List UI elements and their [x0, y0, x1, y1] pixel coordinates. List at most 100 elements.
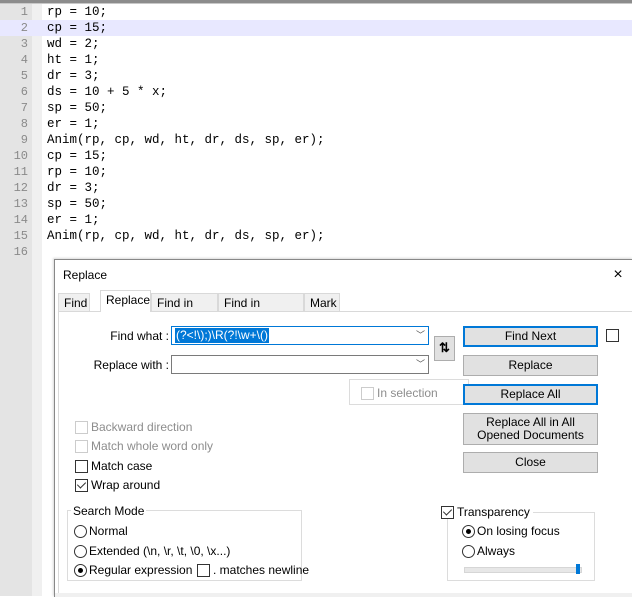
- code-line[interactable]: 15 Anim(rp, cp, wd, ht, dr, ds, sp, er);: [0, 228, 632, 244]
- code-line[interactable]: 9 Anim(rp, cp, wd, ht, dr, ds, sp, er);: [0, 132, 632, 148]
- code-line[interactable]: 13 sp = 50;: [0, 196, 632, 212]
- code-text: dr = 3;: [47, 69, 100, 83]
- code-text: cp = 15;: [47, 149, 108, 163]
- replace-with-input[interactable]: ﹀: [171, 355, 429, 374]
- line-number: 10: [13, 149, 28, 163]
- replace-all-button[interactable]: Replace All: [463, 384, 598, 405]
- code-line[interactable]: 7 sp = 50;: [0, 100, 632, 116]
- always-label: Always: [477, 544, 516, 558]
- close-button[interactable]: Close: [463, 452, 598, 473]
- transparency-checkbox[interactable]: Transparency: [441, 505, 533, 519]
- check-icon: [441, 505, 454, 519]
- on-losing-focus-label: On losing focus: [477, 524, 560, 538]
- checkbox-box: [75, 439, 88, 453]
- tab-find[interactable]: Find: [58, 293, 90, 311]
- wrap-around-checkbox[interactable]: Wrap around: [75, 478, 160, 492]
- find-what-value: (?<!\);)\R(?!\w+\(): [175, 328, 270, 343]
- code-line[interactable]: 2 cp = 15;: [0, 20, 632, 36]
- normal-label: Normal: [89, 524, 128, 538]
- code-text: rp = 10;: [47, 5, 108, 19]
- code-text: dr = 3;: [47, 181, 100, 195]
- replace-all-opened-button[interactable]: Replace All in All Opened Documents: [463, 413, 598, 445]
- line-number: 5: [20, 69, 28, 83]
- tab-replace[interactable]: Replace: [100, 290, 151, 312]
- find-what-label: Find what :: [110, 329, 169, 343]
- line-number: 9: [20, 133, 28, 147]
- code-text: rp = 10;: [47, 165, 108, 179]
- match-case-checkbox[interactable]: Match case: [75, 459, 152, 473]
- line-number: 8: [20, 117, 28, 131]
- always-radio[interactable]: Always: [462, 544, 515, 558]
- code-line[interactable]: 11 rp = 10;: [0, 164, 632, 180]
- chevron-down-icon[interactable]: ﹀: [416, 327, 425, 344]
- search-mode-regex-radio[interactable]: Regular expression: [74, 563, 192, 577]
- line-number: 11: [13, 165, 28, 179]
- code-line[interactable]: 16: [0, 244, 632, 260]
- code-line[interactable]: 6 ds = 10 + 5 * x;: [0, 84, 632, 100]
- in-selection-checkbox[interactable]: In selection: [361, 386, 438, 400]
- line-number: 6: [20, 85, 28, 99]
- code-line[interactable]: 14 er = 1;: [0, 212, 632, 228]
- regex-label: Regular expression: [89, 563, 193, 577]
- code-line[interactable]: 4 ht = 1;: [0, 52, 632, 68]
- find-next-option-checkbox[interactable]: [606, 329, 622, 342]
- tab-find-in-projects[interactable]: Find in Projects: [218, 293, 304, 328]
- swap-icon[interactable]: ⇅: [434, 336, 455, 361]
- replace-button[interactable]: Replace: [463, 355, 598, 376]
- code-line[interactable]: 5 dr = 3;: [0, 68, 632, 84]
- search-mode-normal-radio[interactable]: Normal: [74, 524, 128, 538]
- find-what-input[interactable]: (?<!\);)\R(?!\w+\() ﹀: [171, 326, 429, 345]
- match-case-label: Match case: [91, 459, 153, 473]
- code-line[interactable]: 12 dr = 3;: [0, 180, 632, 196]
- check-icon: [75, 478, 88, 492]
- checkbox-box: [75, 420, 88, 434]
- replace-with-label: Replace with :: [93, 358, 169, 372]
- close-icon[interactable]: ×: [607, 264, 629, 286]
- search-mode-extended-radio[interactable]: Extended (\n, \r, \t, \0, \x...): [74, 544, 230, 558]
- chevron-down-icon[interactable]: ﹀: [416, 356, 425, 373]
- dialog-title: Replace: [63, 268, 108, 282]
- extended-label: Extended (\n, \r, \t, \0, \x...): [89, 544, 231, 558]
- transparency-slider-thumb[interactable]: [576, 564, 580, 574]
- find-next-button[interactable]: Find Next: [463, 326, 598, 347]
- radio-circle: [74, 544, 87, 558]
- code-line[interactable]: 1 rp = 10;: [0, 4, 632, 20]
- in-selection-label: In selection: [377, 386, 438, 400]
- replace-tab-panel: Find what : (?<!\);)\R(?!\w+\() ﹀ Replac…: [58, 311, 632, 597]
- search-mode-title: Search Mode: [71, 504, 147, 518]
- checkbox-box: [197, 563, 210, 577]
- code-line[interactable]: 8 er = 1;: [0, 116, 632, 132]
- radio-circle: [462, 544, 475, 558]
- wrap-around-label: Wrap around: [91, 478, 161, 492]
- line-number: 3: [20, 37, 28, 51]
- transparency-label: Transparency: [457, 505, 530, 519]
- matches-newline-checkbox[interactable]: . matches newline: [197, 563, 309, 577]
- transparency-slider-track[interactable]: [464, 567, 582, 573]
- radio-selected-dot: [462, 524, 475, 538]
- tab-find-in-files[interactable]: Find in Files: [151, 293, 218, 328]
- radio-selected-dot: [74, 563, 87, 577]
- code-text: sp = 50;: [47, 101, 108, 115]
- code-line[interactable]: 10 cp = 15;: [0, 148, 632, 164]
- checkbox-box: [75, 459, 88, 473]
- line-number: 15: [13, 229, 28, 243]
- code-text: ds = 10 + 5 * x;: [47, 85, 168, 99]
- match-whole-word-checkbox[interactable]: Match whole word only: [75, 439, 213, 453]
- code-line[interactable]: 3 wd = 2;: [0, 36, 632, 52]
- backward-direction-checkbox[interactable]: Backward direction: [75, 420, 192, 434]
- line-number: 14: [13, 213, 28, 227]
- code-text: er = 1;: [47, 213, 100, 227]
- tab-mark[interactable]: Mark: [304, 293, 340, 311]
- checkbox-box: [606, 329, 619, 342]
- line-number: 1: [20, 5, 28, 19]
- line-number: 7: [20, 101, 28, 115]
- dialog-status-strip: [55, 593, 632, 597]
- code-text: ht = 1;: [47, 53, 100, 67]
- code-text: er = 1;: [47, 117, 100, 131]
- on-losing-focus-radio[interactable]: On losing focus: [462, 524, 560, 538]
- code-editor[interactable]: 1 rp = 10; 2 cp = 15; 3 wd = 2; 4 ht = 1; 5 dr = …: [0, 4, 632, 260]
- matches-newline-label: . matches newline: [213, 563, 310, 577]
- replace-dialog: Replace × Find Replace Find in Files Fin…: [54, 259, 632, 597]
- radio-circle: [74, 524, 87, 538]
- line-number: 12: [13, 181, 28, 195]
